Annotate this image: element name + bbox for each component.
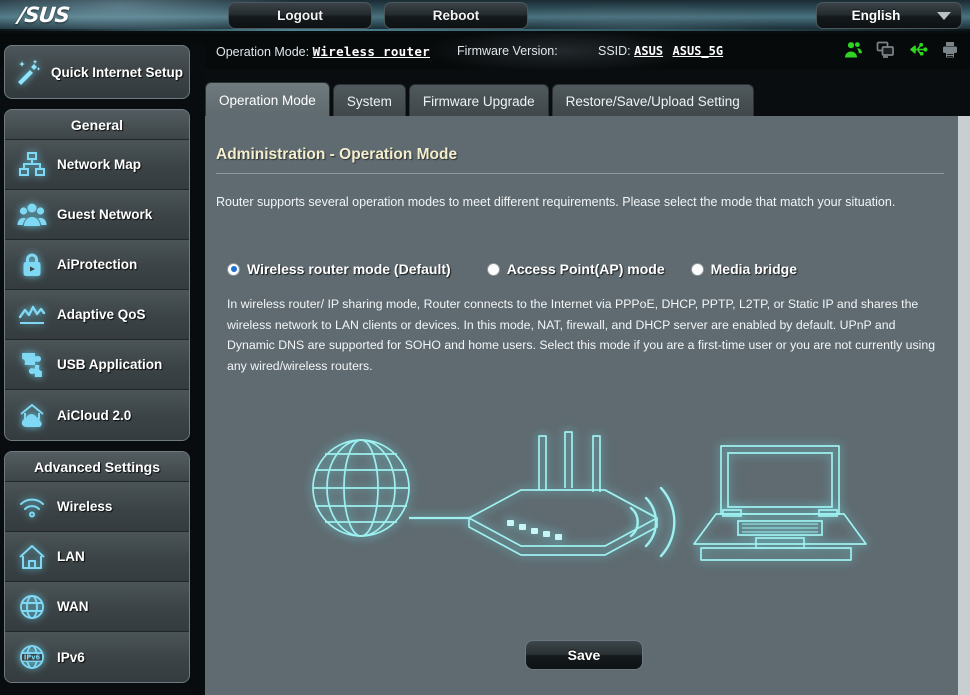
network-map-icon: [17, 150, 47, 180]
ssid-value-2g[interactable]: ASUS: [634, 44, 663, 58]
quick-setup-label: Quick Internet Setup: [51, 65, 183, 80]
language-select[interactable]: English: [816, 2, 962, 29]
sidebar-item-wireless[interactable]: Wireless: [5, 482, 189, 532]
radio-media-bridge-mode[interactable]: Media bridge: [691, 261, 797, 277]
router-admin-page: /SUS Logout Reboot English Operation Mod…: [0, 0, 970, 695]
sidebar-item-aicloud[interactable]: AiCloud 2.0: [5, 390, 189, 440]
ssid-info: SSID: ASUS ASUS_5G: [598, 44, 723, 58]
radio-access-point-mode[interactable]: Access Point(AP) mode: [487, 261, 665, 277]
sidebar-item-guest-network[interactable]: Guest Network: [5, 190, 189, 240]
language-select-value: English: [817, 3, 935, 28]
reboot-button[interactable]: Reboot: [384, 2, 528, 29]
ipv6-globe-icon: IPv6: [17, 642, 47, 672]
devices-screens-icon[interactable]: [876, 41, 895, 58]
radio-wireless-router-mode[interactable]: Wireless router mode (Default): [227, 261, 451, 277]
radio-icon-media-bridge: [691, 263, 704, 276]
lock-shield-icon: [17, 250, 47, 280]
intro-text: Router supports several operation modes …: [216, 194, 946, 210]
sidebar-label-wan: WAN: [57, 599, 89, 614]
operation-mode-info: Operation Mode: Wireless router: [216, 44, 430, 59]
sidebar-label-aiprotection: AiProtection: [57, 257, 137, 272]
sidebar-label-usb-application: USB Application: [57, 357, 162, 372]
sidebar-item-usb-application[interactable]: USB Application: [5, 340, 189, 390]
title-divider: [216, 173, 944, 174]
ssid-value-5g[interactable]: ASUS_5G: [673, 44, 724, 58]
ssid-label: SSID:: [598, 44, 631, 58]
sidebar-item-quick-internet-setup[interactable]: Quick Internet Setup: [5, 46, 189, 98]
sidebar-label-aicloud: AiCloud 2.0: [57, 408, 131, 423]
sidebar-label-wireless: Wireless: [57, 499, 112, 514]
tab-restore-save-upload[interactable]: Restore/Save/Upload Setting: [552, 84, 754, 118]
sidebar-label-adaptive-qos: Adaptive QoS: [57, 307, 146, 322]
sidebar-gutter: [190, 45, 205, 695]
sidebar-item-lan[interactable]: LAN: [5, 532, 189, 582]
status-icon-group: [844, 41, 958, 58]
mode-description: In wireless router/ IP sharing mode, Rou…: [227, 294, 945, 376]
usb-icon[interactable]: [908, 41, 929, 58]
operation-mode-value[interactable]: Wireless router: [313, 44, 430, 59]
operation-mode-label: Operation Mode:: [216, 45, 309, 59]
svg-text:IPv6: IPv6: [24, 654, 41, 662]
qos-chart-icon: [17, 300, 47, 330]
save-button[interactable]: Save: [525, 640, 643, 670]
chevron-down-icon: [937, 12, 951, 20]
asus-logo: /SUS: [17, 4, 109, 26]
quick-setup-card: Quick Internet Setup: [4, 45, 190, 99]
printer-icon[interactable]: [942, 41, 958, 58]
sidebar-section-title-general: General: [5, 110, 189, 140]
clients-user-icon[interactable]: [844, 41, 863, 58]
content-panel: Administration - Operation Mode Router s…: [205, 116, 958, 695]
right-edge-strip: [958, 116, 970, 695]
tab-system[interactable]: System: [333, 84, 406, 118]
tab-bar: Operation Mode System Firmware Upgrade R…: [205, 82, 754, 118]
top-banner: /SUS Logout Reboot English: [0, 0, 970, 31]
sidebar-item-ipv6[interactable]: IPv6 IPv6: [5, 632, 189, 682]
globe-icon: [17, 592, 47, 622]
magic-wand-icon: [13, 57, 43, 87]
sidebar-label-ipv6: IPv6: [57, 650, 85, 665]
sidebar-label-network-map: Network Map: [57, 157, 141, 172]
guest-network-icon: [17, 200, 47, 230]
sidebar-item-aiprotection[interactable]: AiProtection: [5, 240, 189, 290]
page-title: Administration - Operation Mode: [216, 146, 457, 164]
wifi-icon: [17, 492, 47, 522]
tab-firmware-upgrade[interactable]: Firmware Upgrade: [409, 84, 549, 118]
sidebar-section-title-advanced: Advanced Settings: [5, 452, 189, 482]
sidebar-item-adaptive-qos[interactable]: Adaptive QoS: [5, 290, 189, 340]
sidebar-label-guest-network: Guest Network: [57, 207, 152, 222]
puzzle-piece-icon: [17, 350, 47, 380]
radio-label-access-point: Access Point(AP) mode: [507, 261, 665, 277]
cloud-home-icon: [17, 400, 47, 430]
radio-label-media-bridge: Media bridge: [711, 261, 797, 277]
sidebar-section-general: General Network Map Guest Network: [4, 109, 190, 441]
sidebar-item-wan[interactable]: WAN: [5, 582, 189, 632]
logout-button[interactable]: Logout: [228, 2, 372, 29]
operation-mode-radio-group: Wireless router mode (Default) Access Po…: [227, 261, 947, 277]
radio-icon-wireless-router: [227, 263, 240, 276]
radio-label-wireless-router: Wireless router mode (Default): [247, 261, 451, 277]
firmware-version-label: Firmware Version:: [457, 44, 558, 58]
wireless-router-topology-diagram: [301, 426, 871, 576]
home-icon: [17, 542, 47, 572]
sidebar-label-lan: LAN: [57, 549, 85, 564]
sidebar-item-network-map[interactable]: Network Map: [5, 140, 189, 190]
radio-icon-access-point: [487, 263, 500, 276]
sidebar-section-advanced: Advanced Settings Wireless LAN WAN: [4, 451, 190, 683]
sidebar: Quick Internet Setup General Network Map…: [0, 45, 190, 683]
tab-operation-mode[interactable]: Operation Mode: [205, 82, 330, 118]
